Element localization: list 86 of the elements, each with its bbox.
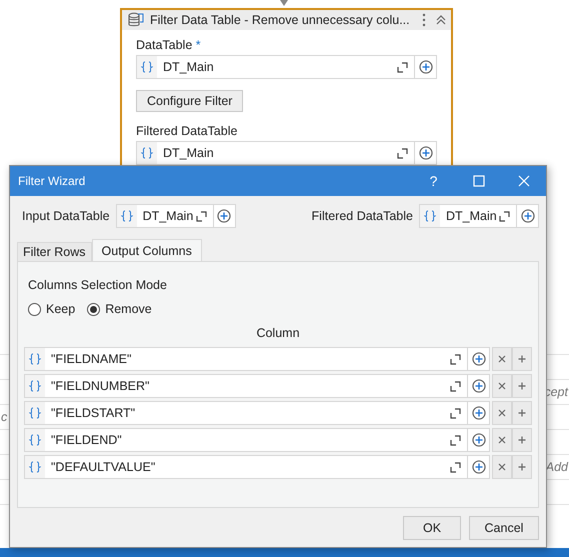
add-button[interactable] bbox=[512, 428, 532, 452]
ok-button[interactable]: OK bbox=[403, 516, 461, 540]
plus-circle-icon bbox=[418, 60, 432, 74]
radio-button[interactable]: Remove bbox=[87, 302, 152, 316]
add-variable-button[interactable] bbox=[467, 375, 489, 397]
expand-icon bbox=[196, 210, 207, 222]
background-text: Add bbox=[546, 460, 568, 474]
remove-icon bbox=[498, 355, 506, 363]
add-variable-button[interactable] bbox=[467, 429, 489, 451]
cancel-button[interactable]: Cancel bbox=[469, 516, 539, 540]
braces-icon bbox=[29, 353, 41, 365]
arrow-icon bbox=[280, 0, 288, 6]
remove-icon bbox=[498, 436, 506, 444]
field-label: Filtered DataTable bbox=[312, 209, 413, 223]
expression-field[interactable]: "DEFAULTVALUE" bbox=[24, 455, 490, 479]
expression-field[interactable]: "FIELDSTART" bbox=[24, 401, 490, 425]
expand-icon bbox=[450, 354, 461, 364]
expression-field[interactable]: DT_Main bbox=[419, 204, 539, 228]
collapse-icon bbox=[435, 14, 447, 26]
braces-icon bbox=[29, 461, 41, 473]
add-button[interactable] bbox=[512, 455, 532, 479]
tab[interactable]: Filter Rows bbox=[17, 242, 92, 261]
expand-icon bbox=[397, 148, 408, 158]
expression-field[interactable]: "FIELDNAME" bbox=[24, 347, 490, 371]
plus-circle-icon bbox=[217, 209, 232, 223]
maximize-icon bbox=[472, 175, 484, 187]
plus-icon bbox=[518, 409, 526, 417]
remove-icon bbox=[498, 463, 506, 471]
add-variable-button[interactable] bbox=[467, 456, 489, 478]
plus-icon bbox=[518, 355, 526, 363]
remove-button[interactable] bbox=[492, 374, 512, 398]
plus-circle-icon bbox=[472, 460, 486, 474]
add-button[interactable] bbox=[512, 401, 532, 425]
expression-field[interactable]: "FIELDEND" bbox=[24, 428, 490, 452]
expand-icon bbox=[450, 408, 461, 418]
configure-filter-button[interactable]: Configure Filter bbox=[136, 90, 244, 112]
remove-button[interactable] bbox=[492, 428, 512, 452]
tab[interactable]: Output Columns bbox=[92, 239, 202, 261]
braces-icon bbox=[424, 210, 436, 222]
section-label: Columns Selection Mode bbox=[28, 278, 168, 292]
activity-title: Filter Data Table - Remove unnecessary colu... bbox=[150, 13, 411, 27]
close-icon bbox=[518, 175, 530, 187]
braces-icon bbox=[29, 380, 41, 392]
plus-circle-icon bbox=[472, 352, 486, 366]
field-label: DataTable * bbox=[136, 38, 202, 52]
add-variable-button[interactable] bbox=[516, 205, 538, 227]
add-variable-button[interactable] bbox=[414, 142, 436, 164]
expression-field[interactable]: "FIELDNUMBER" bbox=[24, 374, 490, 398]
braces-icon bbox=[141, 61, 153, 73]
plus-circle-icon bbox=[472, 406, 486, 420]
expression-field[interactable]: DT_Main bbox=[136, 55, 437, 79]
background-text: c bbox=[1, 410, 8, 424]
plus-circle-icon bbox=[472, 379, 486, 393]
field-label: Input DataTable bbox=[22, 209, 110, 223]
remove-button[interactable] bbox=[492, 455, 512, 479]
plus-icon bbox=[518, 463, 526, 471]
expand-icon bbox=[499, 210, 510, 222]
expand-icon bbox=[450, 434, 461, 446]
add-variable-button[interactable] bbox=[467, 402, 489, 424]
braces-icon bbox=[141, 147, 153, 159]
braces-icon bbox=[120, 210, 133, 222]
plus-circle-icon bbox=[520, 209, 534, 223]
expand-icon bbox=[450, 462, 461, 472]
remove-icon bbox=[498, 382, 506, 390]
braces-icon bbox=[29, 407, 41, 419]
add-variable-button[interactable] bbox=[467, 348, 489, 370]
add-button[interactable] bbox=[512, 374, 532, 398]
remove-icon bbox=[498, 409, 506, 417]
remove-button[interactable] bbox=[492, 401, 512, 425]
plus-icon bbox=[518, 382, 526, 390]
column-header: Column bbox=[256, 326, 300, 340]
braces-icon bbox=[29, 434, 41, 446]
add-button[interactable] bbox=[512, 347, 532, 371]
expression-field[interactable]: DT_Main bbox=[136, 141, 437, 165]
expand-icon bbox=[450, 380, 461, 392]
window-title: Filter Wizard bbox=[18, 174, 86, 188]
plus-icon bbox=[518, 436, 526, 444]
plus-circle-icon bbox=[418, 146, 432, 160]
field-label: Filtered DataTable bbox=[136, 124, 238, 138]
remove-button[interactable] bbox=[492, 347, 512, 371]
expression-field[interactable]: DT_Main bbox=[116, 204, 236, 228]
add-variable-button[interactable] bbox=[414, 56, 436, 78]
expand-icon bbox=[397, 62, 408, 72]
plus-circle-icon bbox=[472, 433, 486, 447]
database-icon bbox=[128, 12, 144, 28]
radio-button[interactable]: Keep bbox=[28, 302, 76, 316]
